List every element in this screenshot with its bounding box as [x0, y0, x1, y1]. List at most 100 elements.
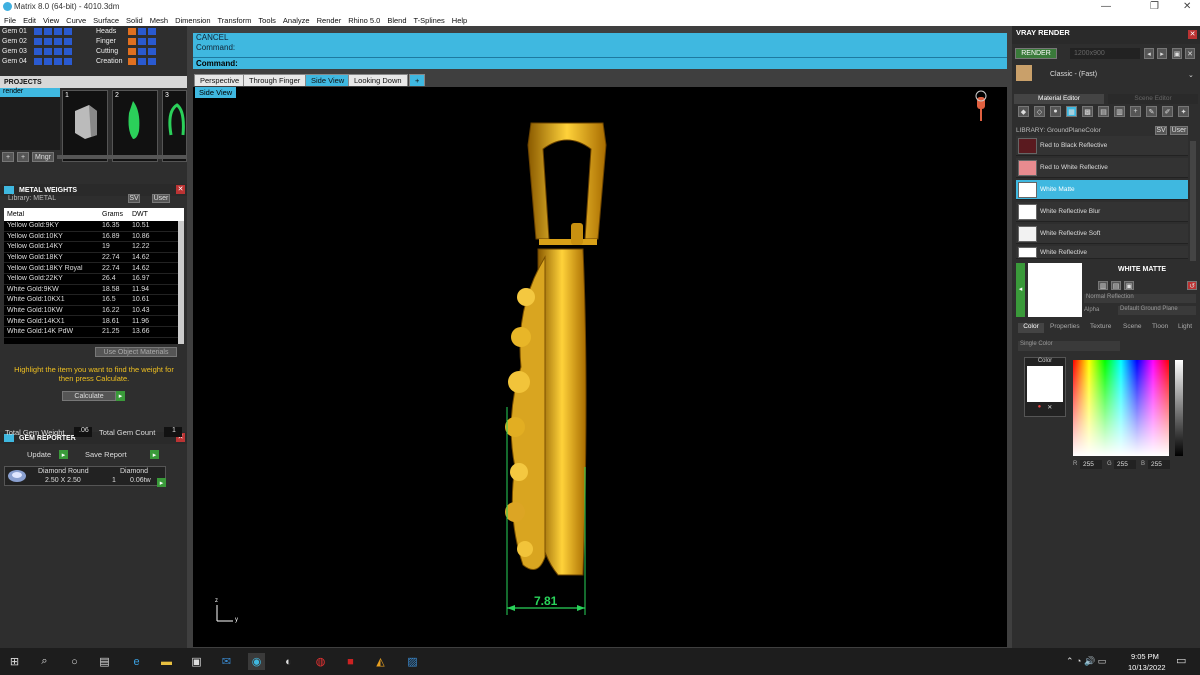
menu-help[interactable]: Help — [452, 16, 467, 25]
light-icon[interactable]: ✦ — [1178, 106, 1189, 117]
gem-detail-button[interactable]: ▸ — [157, 478, 166, 487]
tab-color[interactable]: Color — [1018, 323, 1044, 333]
table-row[interactable]: Yellow Gold:14KY 19 12.22 — [4, 242, 184, 253]
menu-solid[interactable]: Solid — [126, 16, 143, 25]
matrix-app-icon[interactable]: ◉ — [248, 653, 265, 670]
table-row[interactable]: White Gold:14KX1 18.61 11.96 — [4, 316, 184, 327]
gem-tool-icon[interactable]: ◇ — [1034, 106, 1045, 117]
clock-date[interactable]: 10/13/2022 — [1128, 663, 1166, 672]
add-material-icon[interactable]: + — [1130, 106, 1141, 117]
list-item[interactable]: Red to Black Reflective — [1016, 136, 1188, 156]
use-object-materials-dropdown[interactable]: Use Object Materials — [95, 347, 177, 357]
tray-icons[interactable]: ⌃ ◔ 🔊 ▭ — [1066, 656, 1106, 667]
menu-render[interactable]: Render — [317, 16, 342, 25]
user-lib-button[interactable]: User — [1170, 126, 1188, 135]
checker-icon[interactable]: ▥ — [1114, 106, 1125, 117]
table-row[interactable]: White Gold:14K PdW 21.25 13.66 — [4, 327, 184, 338]
menu-transform[interactable]: Transform — [218, 16, 252, 25]
red-value[interactable]: 255 — [1080, 460, 1102, 469]
close-button[interactable]: ✕ — [1183, 1, 1191, 12]
table-row[interactable]: Yellow Gold:18KY 22.74 14.62 — [4, 253, 184, 264]
material-grid-icon[interactable]: ▦ — [1066, 106, 1077, 117]
viewport-label[interactable]: Side View — [195, 87, 237, 98]
tab-through-finger[interactable]: Through Finger — [243, 74, 307, 86]
clear-color-icon[interactable]: ✕ — [1047, 404, 1052, 411]
pattern-icon[interactable]: ▩ — [1082, 106, 1093, 117]
tab-tloon[interactable]: Tloon — [1152, 323, 1168, 332]
menu-analyze[interactable]: Analyze — [283, 16, 310, 25]
list-item[interactable]: White Reflective — [1016, 246, 1188, 259]
material-tool-icon[interactable]: ▤ — [1111, 281, 1121, 290]
keyshot-icon[interactable]: ◭ — [372, 653, 389, 670]
menu-tools[interactable]: Tools — [258, 16, 276, 25]
menu-tsplines[interactable]: T-Splines — [414, 16, 445, 25]
table-row[interactable]: White Gold:9KW 18.58 11.94 — [4, 285, 184, 296]
tab-texture[interactable]: Texture — [1090, 323, 1111, 332]
color-mode-dropdown[interactable]: Single Color — [1018, 341, 1120, 351]
list-item[interactable]: White Reflective Soft — [1016, 224, 1188, 244]
notifications-icon[interactable]: ▭ — [1176, 654, 1186, 667]
table-row[interactable]: White Gold:10KX1 16.5 10.61 — [4, 295, 184, 306]
gem-row[interactable]: Gem 01 — [0, 26, 93, 36]
gem-row[interactable]: Cutting — [94, 46, 187, 56]
rhino-icon[interactable]: ◐ — [280, 653, 297, 670]
clock-time[interactable]: 9:05 PM — [1131, 652, 1159, 661]
list-item[interactable]: Red to White Reflective — [1016, 158, 1188, 178]
sv-button[interactable]: SV — [128, 194, 140, 203]
project-item-render[interactable]: render — [0, 88, 60, 97]
render-probe-icon[interactable] — [973, 93, 989, 125]
tab-side-view[interactable]: Side View — [305, 74, 351, 86]
table-scrollbar[interactable] — [178, 221, 184, 344]
chrome-icon[interactable]: ◍ — [312, 653, 329, 670]
paint-icon[interactable]: ✐ — [1162, 106, 1173, 117]
edge-icon[interactable]: e — [128, 653, 145, 670]
command-line[interactable]: Command: — [193, 57, 1007, 69]
close-metal-weights-icon[interactable]: ✕ — [176, 185, 185, 194]
menu-mesh[interactable]: Mesh — [150, 16, 168, 25]
calculate-field[interactable]: Calculate — [62, 391, 116, 401]
table-row[interactable]: Yellow Gold:9KY 16.35 10.51 — [4, 221, 184, 232]
preset-dropdown-icon[interactable]: ⌄ — [1188, 71, 1194, 79]
save-report-button[interactable]: ▸ — [150, 450, 159, 459]
material-reset-icon[interactable]: ↺ — [1187, 281, 1197, 290]
file-explorer-icon[interactable]: ▬ — [158, 653, 175, 670]
tab-add-view[interactable]: + — [409, 74, 426, 86]
list-item-selected[interactable]: White Matte — [1016, 180, 1188, 200]
calculate-button[interactable]: ▸ — [116, 391, 125, 401]
texture-icon[interactable]: ▤ — [1098, 106, 1109, 117]
windows-start-icon[interactable]: ⊞ — [6, 653, 23, 670]
photos-icon[interactable]: ▨ — [404, 653, 421, 670]
gem-row[interactable]: Creation — [94, 56, 187, 66]
menu-curve[interactable]: Curve — [66, 16, 86, 25]
side-viewport[interactable]: Side View 7.81 z y — [193, 87, 1007, 647]
material-tool2-icon[interactable]: ▣ — [1124, 281, 1134, 290]
maximize-button[interactable]: ❐ — [1150, 1, 1159, 12]
add-project-button[interactable]: + — [2, 152, 14, 162]
resolution-field[interactable]: 1200x900 — [1070, 48, 1140, 59]
menu-file[interactable]: File — [4, 16, 16, 25]
close-vray-icon[interactable]: ✕ — [1188, 30, 1197, 39]
tab-properties[interactable]: Properties — [1050, 323, 1080, 332]
projects-scrollbar[interactable] — [57, 155, 186, 159]
store-icon[interactable]: ▣ — [188, 653, 205, 670]
render-button[interactable]: RENDER — [1015, 48, 1057, 59]
tab-scene-editor[interactable]: Scene Editor — [1108, 94, 1198, 104]
tab-perspective[interactable]: Perspective — [194, 74, 246, 86]
table-row[interactable]: Yellow Gold:22KY 26.4 16.97 — [4, 274, 184, 285]
tab-light[interactable]: Light — [1178, 323, 1192, 332]
task-view-icon[interactable]: ○ — [66, 653, 83, 670]
minimize-button[interactable]: — — [1101, 1, 1111, 12]
green-value[interactable]: 255 — [1114, 460, 1136, 469]
menu-rhino[interactable]: Rhino 5.0 — [348, 16, 380, 25]
next-icon[interactable]: ▸ — [1157, 48, 1167, 59]
tab-material-editor[interactable]: Material Editor — [1014, 94, 1104, 104]
gem-row[interactable]: Gem 04 — [0, 56, 93, 66]
list-item[interactable]: White Reflective Blur — [1016, 202, 1188, 222]
reflection-dropdown[interactable]: Normal Reflection — [1084, 294, 1196, 303]
material-list-scrollbar[interactable] — [1190, 141, 1196, 261]
user-button[interactable]: User — [152, 194, 170, 203]
tab-looking-down[interactable]: Looking Down — [348, 74, 408, 86]
menu-blend[interactable]: Blend — [387, 16, 406, 25]
menu-surface[interactable]: Surface — [93, 16, 119, 25]
eyedropper-icon[interactable]: ● — [1038, 404, 1042, 411]
